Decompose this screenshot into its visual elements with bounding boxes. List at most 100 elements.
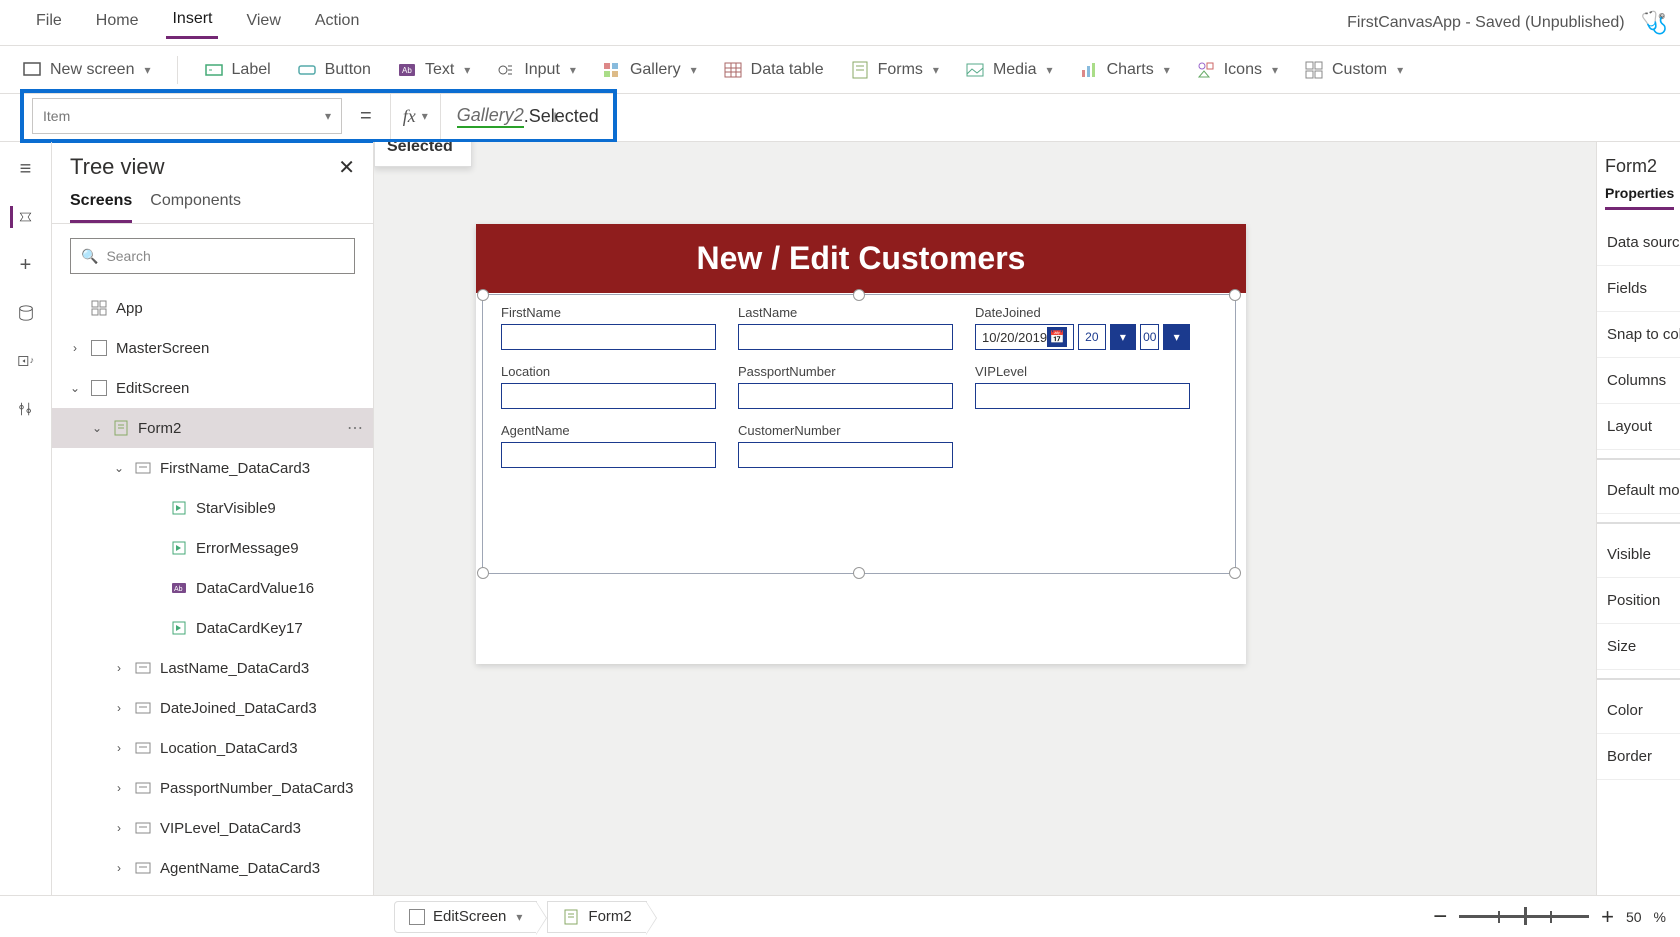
data-icon[interactable] [15,302,37,324]
calendar-icon[interactable]: 📅 [1047,327,1067,347]
menu-action[interactable]: Action [309,8,365,38]
hour-dropdown[interactable]: 20 [1078,324,1106,350]
intellisense-popup[interactable]: Selected [374,142,472,167]
zoom-in-button[interactable]: + [1601,904,1614,930]
card-location[interactable]: Location [501,364,716,409]
minute-dropdown[interactable]: 00 [1140,324,1159,350]
prop-row-columns[interactable]: Columns [1597,358,1680,404]
media-rail-icon[interactable]: ♪ [15,350,37,372]
more-icon[interactable]: ⋯ [347,418,373,438]
prop-row-color[interactable]: Color [1597,688,1680,734]
caret-icon[interactable]: › [112,861,126,875]
minute-chevron[interactable]: ▾ [1163,324,1190,350]
diagnostics-icon[interactable]: 🩺 [1641,10,1668,36]
caret-icon[interactable]: ⌄ [68,381,82,395]
prop-row-data-source[interactable]: Data source [1597,220,1680,266]
card-datejoined[interactable]: DateJoined 10/20/2019 📅 20 ▾ 00 ▾ [975,305,1190,350]
prop-row-position[interactable]: Position [1597,578,1680,624]
tree-node-agentname_datacard3[interactable]: ›AgentName_DataCard3 [52,848,373,888]
resize-handle[interactable] [477,567,489,579]
fx-button[interactable]: fx ▾ [390,93,441,139]
menu-view[interactable]: View [240,8,286,38]
close-icon[interactable]: ✕ [338,155,355,180]
tree-node-passportnumber_datacard3[interactable]: ›PassportNumber_DataCard3 [52,768,373,808]
tree-node-location_datacard3[interactable]: ›Location_DataCard3 [52,728,373,768]
card-firstname[interactable]: FirstName [501,305,716,350]
caret-icon[interactable]: ⌄ [112,461,126,475]
text-button[interactable]: Ab Text▾ [397,60,470,80]
datatable-button[interactable]: Data table [723,60,824,80]
tree-node-masterscreen[interactable]: ›MasterScreen [52,328,373,368]
custom-button[interactable]: Custom▾ [1304,60,1403,80]
forms-button[interactable]: Forms▾ [850,60,939,80]
prop-row-border[interactable]: Border [1597,734,1680,780]
menu-home[interactable]: Home [90,8,145,38]
menu-file[interactable]: File [30,8,68,38]
input-location[interactable] [501,383,716,409]
caret-icon[interactable]: › [112,821,126,835]
icons-button[interactable]: Icons▾ [1196,60,1278,80]
hamburger-icon[interactable]: ≡ [15,158,37,180]
form2-selection-box[interactable]: FirstName LastName DateJoined 10/20/2019… [482,294,1236,574]
advanced-icon[interactable] [15,398,37,420]
prop-row-layout[interactable]: Layout [1597,404,1680,450]
tree-node-firstname_datacard3[interactable]: ⌄FirstName_DataCard3 [52,448,373,488]
menu-insert[interactable]: Insert [166,6,218,39]
prop-row-size[interactable]: Size [1597,624,1680,670]
resize-handle[interactable] [477,289,489,301]
caret-icon[interactable]: › [112,701,126,715]
card-agentname[interactable]: AgentName [501,423,716,468]
caret-icon[interactable]: › [112,781,126,795]
property-dropdown[interactable]: Item ▾ [32,98,342,134]
datepicker-input[interactable]: 10/20/2019 📅 [975,324,1074,350]
tree-node-errormessage9[interactable]: ·ErrorMessage9 [52,528,373,568]
charts-button[interactable]: Charts▾ [1079,60,1170,80]
card-viplevel[interactable]: VIPLevel [975,364,1190,409]
zoom-out-button[interactable]: − [1433,903,1447,931]
resize-handle[interactable] [853,567,865,579]
caret-icon[interactable]: › [68,341,82,355]
resize-handle[interactable] [853,289,865,301]
input-firstname[interactable] [501,324,716,350]
media-button[interactable]: Media▾ [965,60,1053,80]
tree-node-datacardkey17[interactable]: ·DataCardKey17 [52,608,373,648]
button-button[interactable]: Button [297,60,371,80]
tab-properties[interactable]: Properties [1605,185,1674,210]
caret-icon[interactable]: ⌄ [90,421,104,435]
tree-search-input[interactable]: 🔍 Search [70,238,355,274]
tree-node-datacardvalue16[interactable]: ·AbDataCardValue16 [52,568,373,608]
resize-handle[interactable] [1229,567,1241,579]
input-lastname[interactable] [738,324,953,350]
tree-node-form2[interactable]: ⌄Form2⋯ [52,408,373,448]
new-screen-button[interactable]: New screen▾ [22,60,151,80]
prop-row-fields[interactable]: Fields [1597,266,1680,312]
crumb-form2[interactable]: Form2 [547,901,646,933]
caret-icon[interactable]: › [112,741,126,755]
gallery-button[interactable]: Gallery▾ [602,60,697,80]
tab-components[interactable]: Components [150,192,241,223]
tree-node-datejoined_datacard3[interactable]: ›DateJoined_DataCard3 [52,688,373,728]
canvas-area[interactable]: Selected New / Edit Customers FirstName … [374,142,1596,895]
tree-node-lastname_datacard3[interactable]: ›LastName_DataCard3 [52,648,373,688]
zoom-slider[interactable] [1459,915,1589,918]
resize-handle[interactable] [1229,289,1241,301]
label-button[interactable]: Label [204,60,271,80]
input-agentname[interactable] [501,442,716,468]
add-icon[interactable]: + [15,254,37,276]
input-customernumber[interactable] [738,442,953,468]
tree-view-icon[interactable] [10,206,32,228]
card-passport[interactable]: PassportNumber [738,364,953,409]
tree-node-viplevel_datacard3[interactable]: ›VIPLevel_DataCard3 [52,808,373,848]
input-viplevel[interactable] [975,383,1190,409]
caret-icon[interactable]: › [112,661,126,675]
crumb-editscreen[interactable]: EditScreen ▾ [394,901,537,933]
prop-row-visible[interactable]: Visible [1597,532,1680,578]
hour-chevron[interactable]: ▾ [1110,324,1137,350]
tree-node-app[interactable]: › App [52,288,373,328]
chevron-down-icon[interactable]: ▾ [516,910,522,924]
card-lastname[interactable]: LastName [738,305,953,350]
tab-screens[interactable]: Screens [70,192,132,223]
formula-input[interactable]: Gallery2.Sel|ected [451,93,605,139]
tree-node-editscreen[interactable]: ⌄EditScreen [52,368,373,408]
input-passport[interactable] [738,383,953,409]
